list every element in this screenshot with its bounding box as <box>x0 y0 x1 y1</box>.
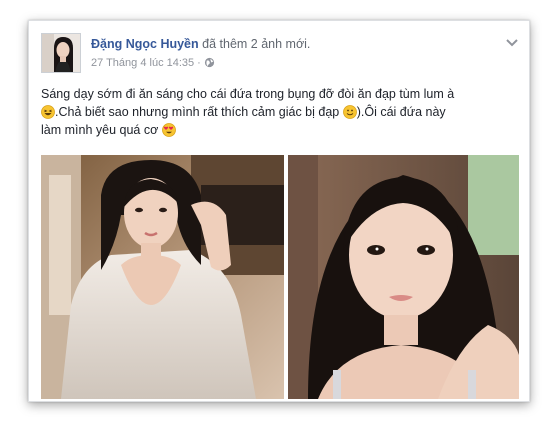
post-photo-1[interactable] <box>41 155 284 399</box>
smile-emoji-icon <box>342 105 357 119</box>
laughing-emoji-icon <box>41 105 55 119</box>
author-name-link[interactable]: Đặng Ngọc Huyền <box>91 37 199 51</box>
post-text: Sáng dạy sớm đi ăn sáng cho cái đứa tron… <box>41 85 523 139</box>
post-header: Đặng Ngọc Huyền đã thêm 2 ảnh mới. 27 Th… <box>41 33 519 75</box>
facebook-post-card: Đặng Ngọc Huyền đã thêm 2 ảnh mới. 27 Th… <box>28 20 530 402</box>
post-text-line1: Sáng dạy sớm đi ăn sáng cho cái đứa tron… <box>41 87 455 101</box>
globe-icon[interactable] <box>204 57 215 71</box>
chevron-down-icon[interactable] <box>505 35 519 47</box>
photo-grid <box>41 155 519 399</box>
post-photo-2[interactable] <box>288 155 519 399</box>
post-text-line3: làm mình yêu quá cơ <box>41 123 159 137</box>
avatar[interactable] <box>41 33 81 73</box>
post-text-line2b: ).Ôi cái đứa này <box>356 105 446 119</box>
post-meta: 27 Tháng 4 lúc 14:35 · <box>91 57 215 71</box>
post-text-line2: .Chả biết sao nhưng mình rất thích cảm g… <box>55 105 340 119</box>
post-title-line: Đặng Ngọc Huyền đã thêm 2 ảnh mới. <box>91 37 310 51</box>
heart-eyes-emoji-icon <box>161 123 176 137</box>
meta-separator: · <box>197 57 201 69</box>
action-text: đã thêm 2 ảnh mới. <box>202 37 311 51</box>
post-timestamp[interactable]: 27 Tháng 4 lúc 14:35 <box>91 57 194 69</box>
